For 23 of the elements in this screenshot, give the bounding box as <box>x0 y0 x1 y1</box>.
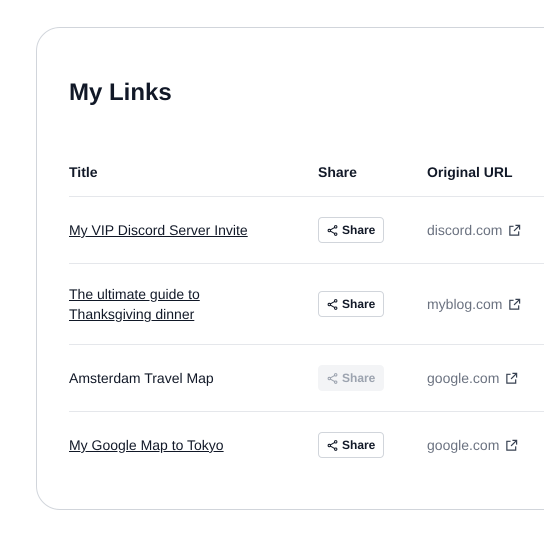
url-link[interactable]: google.com <box>427 370 500 386</box>
url-link[interactable]: myblog.com <box>427 296 502 312</box>
external-link-icon[interactable] <box>508 224 522 236</box>
column-header: Original URL <box>427 164 544 197</box>
url-link[interactable]: discord.com <box>427 222 502 238</box>
share-button[interactable]: Share <box>318 291 384 317</box>
external-link-icon[interactable] <box>505 438 518 452</box>
title-link[interactable]: My Google Map to Tokyo <box>69 435 224 455</box>
title-link[interactable]: The ultimate guide to Thanksgiving dinner <box>69 284 259 324</box>
column-header: Share <box>318 164 427 197</box>
page-title: My Links <box>69 78 173 108</box>
title-text: Amsterdam Travel Map <box>69 369 214 388</box>
share-button[interactable]: Share <box>318 217 384 243</box>
share-icon <box>327 440 338 450</box>
share-button[interactable]: Share <box>318 432 384 458</box>
url-link[interactable]: google.com <box>427 437 500 453</box>
external-link-icon[interactable] <box>508 298 522 310</box>
share-icon <box>327 298 338 310</box>
column-header: Title <box>69 164 318 197</box>
external-link-icon[interactable] <box>505 372 518 384</box>
title-link[interactable]: My VIP Discord Server Invite <box>69 220 248 240</box>
share-icon <box>327 224 338 236</box>
share-icon <box>327 372 338 384</box>
